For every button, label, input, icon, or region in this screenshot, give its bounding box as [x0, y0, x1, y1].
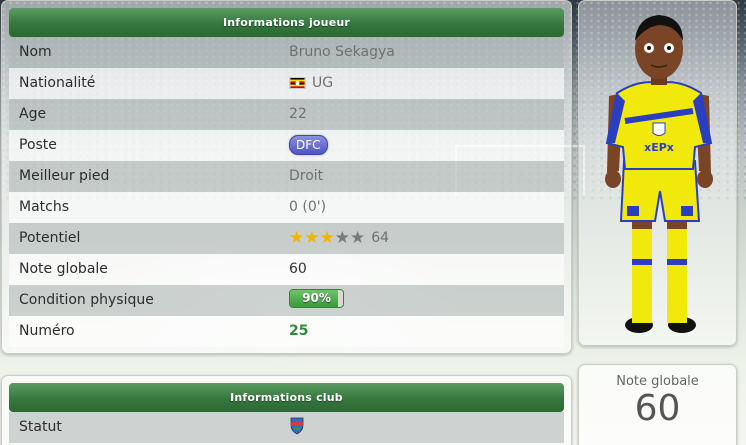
matches-value: 0 (0') — [289, 199, 327, 215]
row-label: Nationalité — [19, 75, 96, 91]
overall-rating-value: 60 — [634, 388, 681, 429]
row-age: Age 22 — [9, 99, 564, 130]
star-filled-icon: ★ — [304, 228, 320, 248]
club-info-header: Informations club — [9, 383, 564, 412]
row-number: Numéro 25 — [9, 316, 564, 347]
row-label: Numéro — [19, 323, 75, 339]
star-empty-icon: ★ — [334, 228, 350, 248]
position-value: DFC — [289, 135, 328, 155]
row-label: Age — [19, 106, 47, 122]
row-label: Statut — [19, 419, 62, 435]
row-nationality: Nationalité UG — [9, 68, 564, 99]
row-condition: Condition physique 90% — [9, 285, 564, 316]
row-label: Potentiel — [19, 230, 81, 246]
condition-value: 90% — [289, 289, 344, 308]
row-label: Meilleur pied — [19, 168, 110, 184]
player-info-rows: Nom Bruno Sekagya Nationalité UG Age 22 — [9, 37, 564, 347]
nationality-value: UG — [289, 75, 333, 91]
player-avatar-panel: xEPx — [578, 0, 737, 346]
player-info-panel: Informations joueur Nom Bruno Sekagya Na… — [1, 0, 572, 354]
row-label: Note globale — [19, 261, 108, 277]
club-crest-icon[interactable] — [289, 417, 305, 435]
shirt-number-value: 25 — [289, 323, 309, 339]
best-foot-value: Droit — [289, 168, 324, 184]
condition-bar: 90% — [289, 289, 344, 308]
club-badge-icon — [652, 122, 666, 136]
potential-number: 64 — [371, 230, 390, 246]
star-empty-icon: ★ — [350, 228, 366, 248]
uganda-flag-icon — [289, 77, 306, 89]
svg-text:xEPx: xEPx — [644, 141, 674, 154]
star-filled-icon: ★ — [319, 228, 335, 248]
row-name: Nom Bruno Sekagya — [9, 37, 564, 68]
nationality-code: UG — [312, 75, 334, 91]
star-filled-icon: ★ — [289, 228, 305, 248]
overall-rating-label: Note globale — [616, 374, 699, 389]
player-name-value: Bruno Sekagya — [289, 44, 395, 60]
row-label: Nom — [19, 44, 52, 60]
row-position: Poste DFC — [9, 130, 564, 161]
row-status: Statut — [9, 412, 564, 443]
row-label: Poste — [19, 137, 57, 153]
row-label: Matchs — [19, 199, 70, 215]
row-label: Condition physique — [19, 292, 154, 308]
row-potential: Potentiel ★ ★ ★ ★ ★ 64 — [9, 223, 564, 254]
row-overall: Note globale 60 — [9, 254, 564, 285]
player-info-header: Informations joueur — [9, 8, 564, 37]
row-matches: Matchs 0 (0') — [9, 192, 564, 223]
row-best-foot: Meilleur pied Droit — [9, 161, 564, 192]
potential-value: ★ ★ ★ ★ ★ 64 — [289, 228, 390, 248]
position-badge: DFC — [289, 135, 328, 155]
condition-percent: 90% — [302, 291, 331, 305]
club-info-panel: Informations club Statut — [1, 375, 572, 445]
potential-stars: ★ ★ ★ ★ ★ — [289, 228, 366, 248]
overall-rating-panel: Note globale 60 — [578, 364, 737, 445]
status-value — [289, 417, 305, 435]
overall-value: 60 — [289, 261, 307, 277]
age-value: 22 — [289, 106, 307, 122]
player-avatar: xEPx — [605, 15, 713, 333]
